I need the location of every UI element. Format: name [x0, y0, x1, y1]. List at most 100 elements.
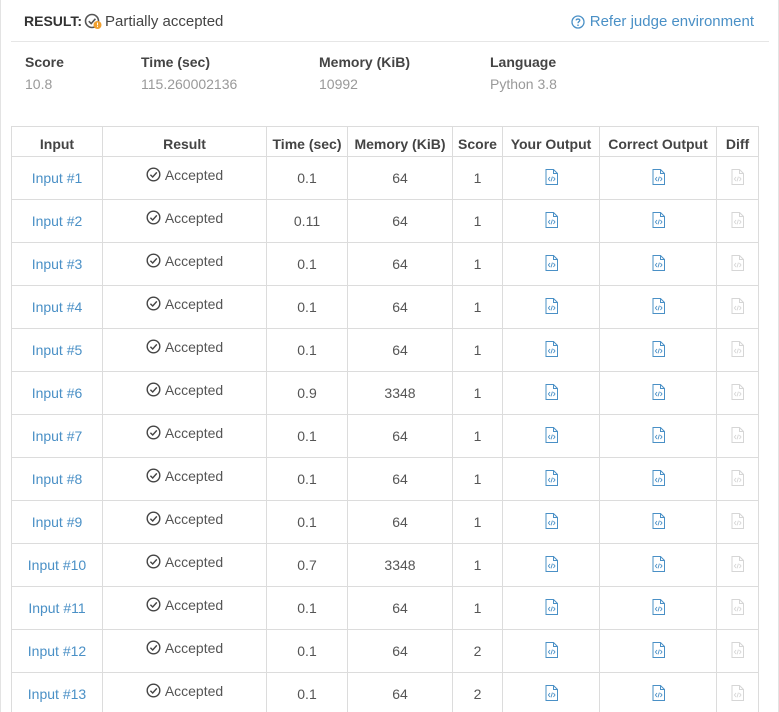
input-link[interactable]: Input #4 — [11, 285, 103, 329]
score-cell: 1 — [452, 328, 503, 372]
table-row: Input #6 Accepted 0.9 3348 1 — [11, 371, 759, 415]
check-circle-icon — [146, 382, 161, 397]
code-file-icon — [652, 254, 665, 271]
time-cell: 0.1 — [266, 242, 348, 286]
your-output-button[interactable] — [545, 684, 558, 701]
your-output-button[interactable] — [545, 254, 558, 271]
your-output-cell — [502, 543, 600, 587]
table-row: Input #8 Accepted 0.1 64 1 — [11, 457, 759, 501]
score-cell: 1 — [452, 586, 503, 630]
memory-cell: 64 — [347, 328, 453, 372]
your-output-button[interactable] — [545, 168, 558, 185]
correct-output-button[interactable] — [652, 555, 665, 572]
result-text: Accepted — [164, 209, 224, 226]
memory-cell: 3348 — [347, 371, 453, 415]
score-cell: 1 — [452, 285, 503, 329]
memory-cell: 64 — [347, 500, 453, 544]
correct-output-button[interactable] — [652, 297, 665, 314]
correct-output-button[interactable] — [652, 254, 665, 271]
input-link[interactable]: Input #3 — [11, 242, 103, 286]
result-text: Accepted — [164, 295, 224, 312]
input-link[interactable]: Input #5 — [11, 328, 103, 372]
diff-button — [731, 426, 744, 443]
correct-output-cell — [599, 543, 717, 587]
check-circle-icon — [146, 683, 161, 698]
diff-button — [731, 684, 744, 701]
your-output-cell — [502, 629, 600, 673]
input-link[interactable]: Input #2 — [11, 199, 103, 243]
input-link[interactable]: Input #1 — [11, 156, 103, 200]
input-link[interactable]: Input #12 — [11, 629, 103, 673]
your-output-button[interactable] — [545, 469, 558, 486]
header-diff: Diff — [716, 126, 759, 157]
time-cell: 0.1 — [266, 285, 348, 329]
diff-cell — [716, 500, 759, 544]
your-output-button[interactable] — [545, 598, 558, 615]
input-link[interactable]: Input #9 — [11, 500, 103, 544]
score-cell: 1 — [452, 371, 503, 415]
refer-judge-environment-link[interactable]: Refer judge environment — [571, 13, 754, 30]
table-row: Input #12 Accepted 0.1 64 2 — [11, 629, 759, 673]
code-file-icon — [652, 641, 665, 658]
code-file-icon — [652, 512, 665, 529]
correct-output-cell — [599, 672, 717, 712]
code-file-icon — [545, 469, 558, 486]
time-cell: 0.7 — [266, 543, 348, 587]
code-file-icon — [545, 555, 558, 572]
correct-output-cell — [599, 414, 717, 458]
time-label: Time (sec) — [141, 54, 210, 70]
your-output-button[interactable] — [545, 512, 558, 529]
correct-output-button[interactable] — [652, 512, 665, 529]
correct-output-button[interactable] — [652, 641, 665, 658]
input-link[interactable]: Input #8 — [11, 457, 103, 501]
table-row: Input #10 Accepted 0.7 3348 1 — [11, 543, 759, 587]
memory-cell: 3348 — [347, 543, 453, 587]
memory-cell: 64 — [347, 672, 453, 712]
correct-output-cell — [599, 457, 717, 501]
diff-file-icon — [731, 469, 744, 486]
your-output-button[interactable] — [545, 297, 558, 314]
correct-output-button[interactable] — [652, 383, 665, 400]
correct-output-button[interactable] — [652, 684, 665, 701]
correct-output-button[interactable] — [652, 211, 665, 228]
correct-output-cell — [599, 156, 717, 200]
diff-cell — [716, 199, 759, 243]
diff-file-icon — [731, 512, 744, 529]
code-file-icon — [652, 469, 665, 486]
result-text: Accepted — [164, 639, 224, 656]
result-cell: Accepted — [102, 328, 267, 372]
input-link[interactable]: Input #10 — [11, 543, 103, 587]
score-cell: 1 — [452, 199, 503, 243]
submission-result-page: RESULT: Partially accepted Refer judge e… — [0, 0, 779, 712]
input-link[interactable]: Input #6 — [11, 371, 103, 415]
correct-output-button[interactable] — [652, 426, 665, 443]
input-link[interactable]: Input #11 — [11, 586, 103, 630]
your-output-button[interactable] — [545, 383, 558, 400]
score-cell: 1 — [452, 414, 503, 458]
result-cell: Accepted — [102, 371, 267, 415]
memory-cell: 64 — [347, 586, 453, 630]
input-link[interactable]: Input #7 — [11, 414, 103, 458]
summary-language: Language Python 3.8 — [490, 54, 557, 92]
header-time: Time (sec) — [266, 126, 348, 157]
your-output-button[interactable] — [545, 555, 558, 572]
correct-output-button[interactable] — [652, 598, 665, 615]
your-output-button[interactable] — [545, 340, 558, 357]
correct-output-button[interactable] — [652, 469, 665, 486]
refer-link-label: Refer judge environment — [589, 13, 754, 30]
correct-output-button[interactable] — [652, 168, 665, 185]
your-output-cell — [502, 672, 600, 712]
time-cell: 0.11 — [266, 199, 348, 243]
your-output-button[interactable] — [545, 426, 558, 443]
time-cell: 0.1 — [266, 586, 348, 630]
partial-accepted-icon — [84, 13, 102, 29]
correct-output-button[interactable] — [652, 340, 665, 357]
input-link[interactable]: Input #13 — [11, 672, 103, 712]
status-text: Partially accepted — [105, 13, 224, 30]
score-cell: 1 — [452, 543, 503, 587]
diff-file-icon — [731, 254, 744, 271]
your-output-button[interactable] — [545, 211, 558, 228]
your-output-button[interactable] — [545, 641, 558, 658]
diff-button — [731, 168, 744, 185]
diff-button — [731, 383, 744, 400]
